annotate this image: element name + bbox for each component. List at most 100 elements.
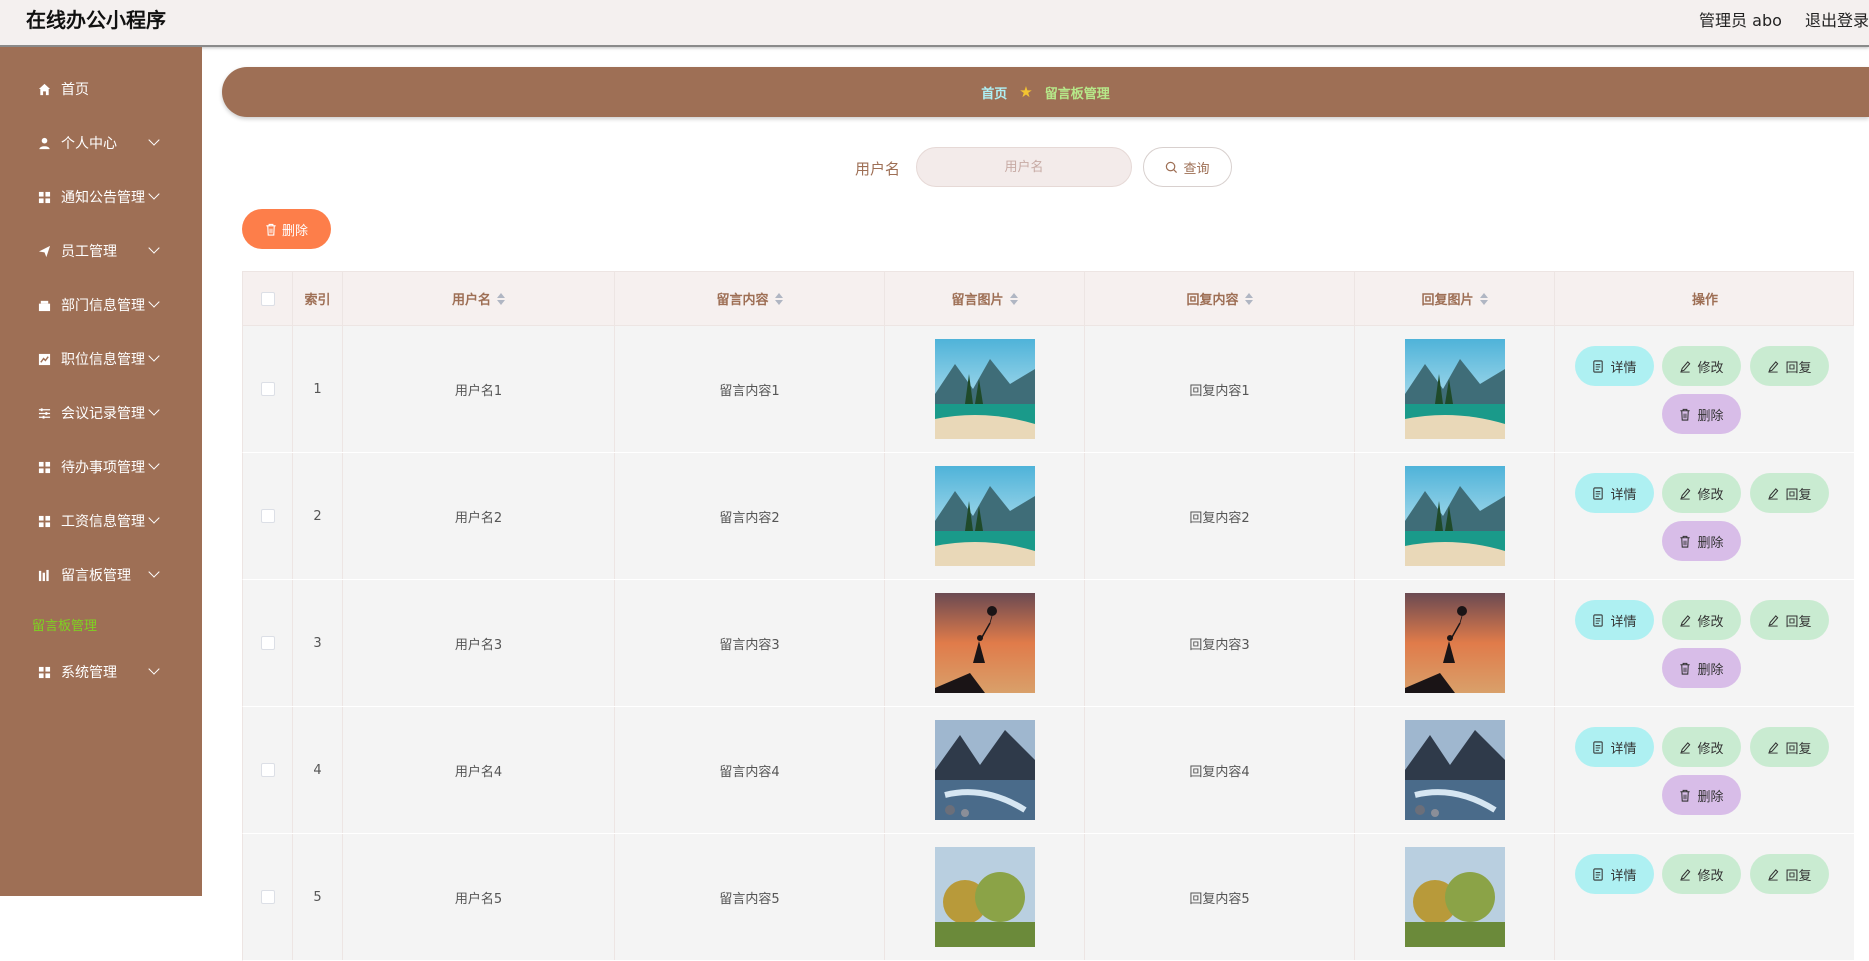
row-select-cell xyxy=(243,326,293,452)
delete-button[interactable]: 删除 xyxy=(1662,394,1741,434)
row-checkbox[interactable] xyxy=(260,763,275,777)
reply-image[interactable] xyxy=(1404,339,1505,439)
reply-button[interactable]: 回复 xyxy=(1750,600,1829,640)
col-reply-image[interactable]: 回复图片 xyxy=(1355,272,1555,325)
reply-button[interactable]: 回复 xyxy=(1750,473,1829,513)
edit-label: 修改 xyxy=(1697,487,1724,503)
table-row: 2 用户名2 留言内容2 回复内容2 详情 修改 回复 删除 xyxy=(242,453,1854,580)
edit-button[interactable]: 修改 xyxy=(1662,854,1741,894)
query-button[interactable]: 查询 xyxy=(1143,147,1232,187)
reply-label: 回复 xyxy=(1785,868,1812,884)
reply-button[interactable]: 回复 xyxy=(1750,854,1829,894)
sidebar-item-salary[interactable]: 工资信息管理 xyxy=(0,506,202,536)
home-icon xyxy=(37,82,51,96)
delete-button[interactable]: 删除 xyxy=(1662,648,1741,688)
row-checkbox[interactable] xyxy=(260,509,275,523)
col-content-label: 留言内容 xyxy=(716,293,769,308)
sidebar-item-todos[interactable]: 待办事项管理 xyxy=(0,452,202,482)
sidebar-item-label: 部门信息管理 xyxy=(61,298,145,314)
message-image[interactable] xyxy=(934,720,1035,820)
edit-button[interactable]: 修改 xyxy=(1662,600,1741,640)
sidebar-item-messages[interactable]: 留言板管理 xyxy=(0,560,202,590)
chart-icon xyxy=(37,352,51,366)
reply-image[interactable] xyxy=(1404,847,1505,947)
row-checkbox[interactable] xyxy=(260,382,275,396)
sidebar-item-label: 待办事项管理 xyxy=(61,460,145,476)
user-icon xyxy=(37,136,51,150)
col-index: 索引 xyxy=(293,272,343,325)
col-username[interactable]: 用户名 xyxy=(343,272,615,325)
delete-button[interactable]: 删除 xyxy=(1662,521,1741,561)
sidebar-item-profile[interactable]: 个人中心 xyxy=(0,128,202,158)
breadcrumb-home[interactable]: 首页 xyxy=(981,83,1007,102)
edit-button[interactable]: 修改 xyxy=(1662,727,1741,767)
edit-button[interactable]: 修改 xyxy=(1662,346,1741,386)
cell-username: 用户名2 xyxy=(343,453,615,579)
col-actions: 操作 xyxy=(1691,293,1718,308)
reply-label: 回复 xyxy=(1785,360,1812,376)
detail-button[interactable]: 详情 xyxy=(1575,473,1654,513)
sidebar-item-departments[interactable]: 部门信息管理 xyxy=(0,290,202,320)
sidebar-item-home[interactable]: 首页 xyxy=(0,74,202,104)
sidebar-item-label: 通知公告管理 xyxy=(61,190,145,206)
reply-button[interactable]: 回复 xyxy=(1750,727,1829,767)
detail-button[interactable]: 详情 xyxy=(1575,854,1654,894)
cell-reply-image xyxy=(1355,580,1555,706)
cell-username: 用户名4 xyxy=(343,707,615,833)
sidebar-item-notices[interactable]: 通知公告管理 xyxy=(0,182,202,212)
cell-username: 用户名1 xyxy=(343,326,615,452)
grid-icon xyxy=(37,190,51,204)
grid-icon xyxy=(37,460,51,474)
cell-reply: 回复内容3 xyxy=(1085,580,1355,706)
detail-button[interactable]: 详情 xyxy=(1575,727,1654,767)
sidebar-item-label: 工资信息管理 xyxy=(61,514,145,530)
col-image[interactable]: 留言图片 xyxy=(885,272,1085,325)
detail-button[interactable]: 详情 xyxy=(1575,600,1654,640)
row-actions: 详情 修改 回复删除 xyxy=(1554,326,1855,452)
edit-icon xyxy=(1768,487,1779,500)
col-reply-image-label: 回复图片 xyxy=(1421,293,1474,308)
reply-image[interactable] xyxy=(1404,720,1505,820)
logout-link[interactable]: 退出登录 xyxy=(1805,11,1869,30)
edit-icon xyxy=(1768,741,1779,754)
message-image[interactable] xyxy=(934,466,1035,566)
row-select-cell xyxy=(243,453,293,579)
reply-image[interactable] xyxy=(1404,466,1505,566)
submenu-item-messages[interactable]: 留言板管理 xyxy=(32,615,97,634)
search-label: 用户名 xyxy=(855,160,901,178)
sidebar-item-system[interactable]: 系统管理 xyxy=(0,657,202,687)
col-content[interactable]: 留言内容 xyxy=(615,272,885,325)
message-image[interactable] xyxy=(934,847,1035,947)
sidebar-item-meetings[interactable]: 会议记录管理 xyxy=(0,398,202,428)
cell-reply: 回复内容4 xyxy=(1085,707,1355,833)
cell-reply: 回复内容2 xyxy=(1085,453,1355,579)
chevron-down-icon xyxy=(148,242,160,254)
sliders-icon xyxy=(37,406,51,420)
message-image[interactable] xyxy=(934,339,1035,439)
detail-button[interactable]: 详情 xyxy=(1575,346,1654,386)
select-all-checkbox[interactable] xyxy=(260,291,275,306)
edit-button[interactable]: 修改 xyxy=(1662,473,1741,513)
send-icon xyxy=(37,244,51,258)
col-image-label: 留言图片 xyxy=(951,293,1004,308)
reply-button[interactable]: 回复 xyxy=(1750,346,1829,386)
edit-label: 修改 xyxy=(1697,360,1724,376)
sidebar-item-employees[interactable]: 员工管理 xyxy=(0,236,202,266)
message-image[interactable] xyxy=(934,593,1035,693)
sidebar-item-positions[interactable]: 职位信息管理 xyxy=(0,344,202,374)
detail-label: 详情 xyxy=(1610,741,1637,757)
sort-icon xyxy=(774,292,783,305)
building-icon xyxy=(37,298,51,312)
reply-label: 回复 xyxy=(1785,741,1812,757)
batch-delete-button[interactable]: 删除 xyxy=(242,209,331,249)
reply-image[interactable] xyxy=(1404,593,1505,693)
cell-reply-image xyxy=(1355,707,1555,833)
row-checkbox[interactable] xyxy=(260,636,275,650)
row-actions: 详情 修改 回复删除 xyxy=(1554,707,1855,833)
cell-image xyxy=(885,580,1085,706)
col-reply[interactable]: 回复内容 xyxy=(1085,272,1355,325)
username-search-input[interactable] xyxy=(916,147,1132,187)
row-checkbox[interactable] xyxy=(260,890,275,904)
delete-button[interactable]: 删除 xyxy=(1662,775,1741,815)
trash-icon xyxy=(1680,662,1691,675)
